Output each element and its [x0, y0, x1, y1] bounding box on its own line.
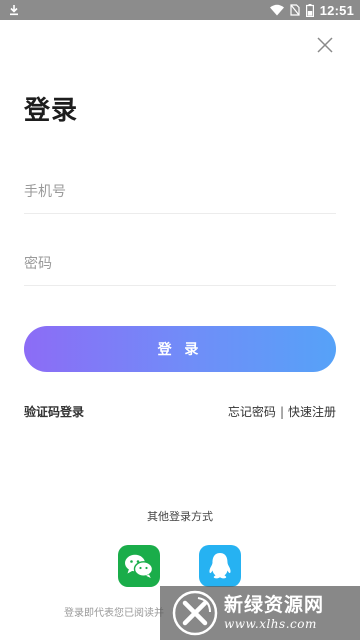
watermark: 新绿资源网 www.xlhs.com — [160, 586, 360, 640]
agreement-text: 登录即代表您已阅读并 — [64, 608, 164, 619]
watermark-url: www.xlhs.com — [224, 617, 317, 631]
no-sim-icon — [290, 4, 300, 16]
password-field — [24, 242, 336, 286]
close-icon — [317, 37, 333, 53]
close-button[interactable] — [314, 34, 336, 56]
qq-icon — [209, 553, 231, 579]
watermark-text: 新绿资源网 www.xlhs.com — [224, 594, 324, 632]
password-input[interactable] — [24, 242, 336, 285]
phone-input[interactable] — [24, 170, 336, 213]
other-login-title: 其他登录方式 — [147, 510, 213, 523]
download-icon — [10, 5, 18, 16]
status-right: 12:51 — [269, 2, 354, 18]
account-links: 忘记密码 | 快速注册 — [228, 403, 336, 420]
quick-register-link[interactable]: 快速注册 — [288, 403, 336, 420]
link-separator: | — [279, 404, 284, 419]
wechat-login-button[interactable] — [118, 545, 160, 587]
login-button[interactable]: 登 录 — [24, 326, 336, 372]
battery-icon — [305, 3, 314, 17]
forgot-password-link[interactable]: 忘记密码 — [228, 403, 276, 420]
wifi-icon — [269, 4, 284, 16]
watermark-title: 新绿资源网 — [224, 594, 325, 616]
page-title: 登录 — [24, 96, 79, 126]
wechat-icon — [125, 554, 154, 578]
status-bar: 12:51 — [0, 0, 360, 20]
status-left — [8, 4, 20, 16]
qq-login-button[interactable] — [199, 545, 241, 587]
status-time: 12:51 — [319, 2, 354, 18]
watermark-logo-icon — [172, 590, 218, 636]
sms-login-link[interactable]: 验证码登录 — [24, 403, 84, 420]
login-screen: 12:51 登录 登 录 验证码登录 忘记密码 | 快速注册 其他登录方式 — [0, 0, 360, 640]
phone-field — [24, 170, 336, 214]
